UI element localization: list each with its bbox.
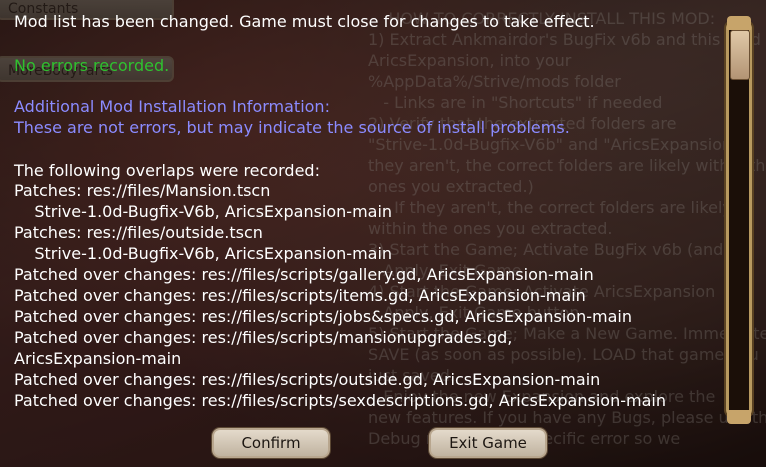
no-errors-text: No errors recorded. xyxy=(14,56,170,75)
confirm-button[interactable]: Confirm xyxy=(212,428,330,458)
overlap-line: Patched over changes: res://files/script… xyxy=(14,286,586,305)
exit-game-button[interactable]: Exit Game xyxy=(429,428,547,458)
dialog-title: Mod list has been changed. Game must clo… xyxy=(14,12,595,31)
scrollbar-cap-top xyxy=(727,16,751,30)
overlap-line: Patched over changes: res://files/script… xyxy=(14,307,632,326)
overlap-line: Patches: res://files/outside.tscn xyxy=(14,223,263,242)
scrollbar-track[interactable] xyxy=(726,22,752,416)
overlap-list: Patches: res://files/Mansion.tscn Strive… xyxy=(14,180,666,411)
overlaps-heading: The following overlaps were recorded: xyxy=(14,161,320,180)
overlap-line: Patches: res://files/Mansion.tscn xyxy=(14,181,271,200)
overlap-line: Strive-1.0d-Bugfix-V6b, AricsExpansion-m… xyxy=(14,202,393,221)
overlap-line: AricsExpansion-main xyxy=(14,349,182,368)
overlap-line: Patched over changes: res://files/script… xyxy=(14,370,601,389)
overlap-line: Patched over changes: res://files/script… xyxy=(14,265,594,284)
info-heading: Additional Mod Installation Information: xyxy=(14,97,330,116)
scrollbar-thumb[interactable] xyxy=(730,30,750,80)
overlap-line: Patched over changes: res://files/script… xyxy=(14,328,513,347)
overlap-line: Patched over changes: res://files/script… xyxy=(14,391,666,410)
scrollbar-cap-bottom xyxy=(727,410,751,424)
overlap-line: Strive-1.0d-Bugfix-V6b, AricsExpansion-m… xyxy=(14,244,393,263)
info-subheading: These are not errors, but may indicate t… xyxy=(14,118,570,137)
